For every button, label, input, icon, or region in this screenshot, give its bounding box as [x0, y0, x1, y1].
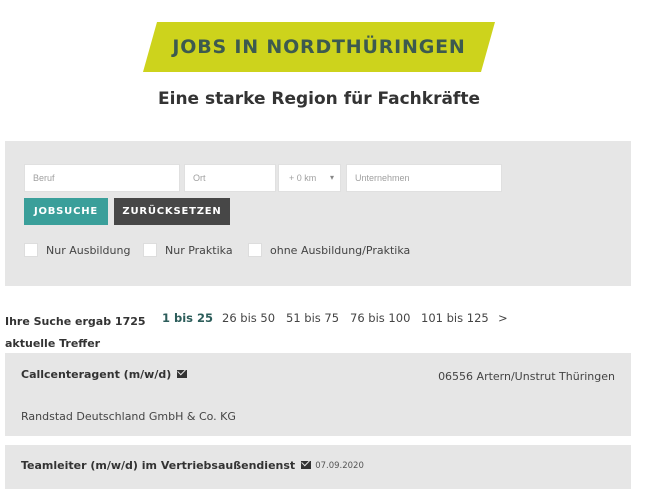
search-panel: + 0 km ▾ JOBSUCHE ZURÜCKSETZEN Nur Ausbi…	[5, 141, 631, 286]
checkbox[interactable]	[248, 243, 262, 257]
radius-select[interactable]: + 0 km ▾	[278, 164, 341, 192]
reset-button[interactable]: ZURÜCKSETZEN	[114, 198, 230, 225]
checkbox[interactable]	[24, 243, 38, 257]
page-link-2[interactable]: 26 bis 50	[222, 311, 275, 325]
beruf-input[interactable]	[24, 164, 180, 192]
page-subtitle: Eine starke Region für Fachkräfte	[158, 89, 480, 109]
result-summary: Ihre Suche ergab 1725 aktuelle Treffer	[5, 311, 146, 355]
page-link-1[interactable]: 1 bis 25	[162, 311, 213, 325]
filter-label: Nur Praktika	[165, 243, 233, 257]
result-count: Ihre Suche ergab 1725	[5, 315, 146, 328]
mail-icon	[177, 370, 188, 378]
result-count-suffix: aktuelle Treffer	[5, 337, 101, 350]
mail-icon	[301, 461, 312, 469]
filter-nur-praktika[interactable]: Nur Praktika	[143, 242, 233, 258]
page-link-5[interactable]: 101 bis 125	[421, 311, 489, 325]
checkbox[interactable]	[143, 243, 157, 257]
chevron-down-icon: ▾	[329, 173, 334, 182]
job-title-link[interactable]: Teamleiter (m/w/d) im Vertriebsaußendien…	[21, 459, 364, 472]
banner-title: JOBS IN NORDTHÜRINGEN	[172, 36, 466, 58]
job-location: 06556 Artern/Unstrut Thüringen	[438, 370, 615, 383]
job-title: Callcenteragent (m/w/d)	[21, 368, 172, 381]
filter-label: ohne Ausbildung/Praktika	[270, 243, 411, 257]
job-date: 07.09.2020	[315, 461, 364, 471]
filter-nur-ausbildung[interactable]: Nur Ausbildung	[24, 242, 130, 258]
job-title-link[interactable]: Callcenteragent (m/w/d)	[21, 368, 188, 381]
job-listing[interactable]: Callcenteragent (m/w/d) 06556 Artern/Uns…	[5, 353, 631, 436]
job-listing[interactable]: Teamleiter (m/w/d) im Vertriebsaußendien…	[5, 445, 631, 489]
radius-value: + 0 km	[289, 173, 317, 183]
ort-input[interactable]	[184, 164, 276, 192]
job-title: Teamleiter (m/w/d) im Vertriebsaußendien…	[21, 459, 296, 472]
jobsuche-button[interactable]: JOBSUCHE	[24, 198, 108, 225]
filter-ohne-ausbildung[interactable]: ohne Ausbildung/Praktika	[248, 242, 410, 258]
filter-label: Nur Ausbildung	[46, 243, 131, 257]
job-company: Randstad Deutschland GmbH & Co. KG	[21, 410, 236, 423]
unternehmen-input[interactable]	[346, 164, 502, 192]
header-banner: JOBS IN NORDTHÜRINGEN	[143, 22, 495, 72]
next-page-link[interactable]: >	[498, 311, 508, 325]
page-link-4[interactable]: 76 bis 100	[350, 311, 410, 325]
page-link-3[interactable]: 51 bis 75	[286, 311, 339, 325]
